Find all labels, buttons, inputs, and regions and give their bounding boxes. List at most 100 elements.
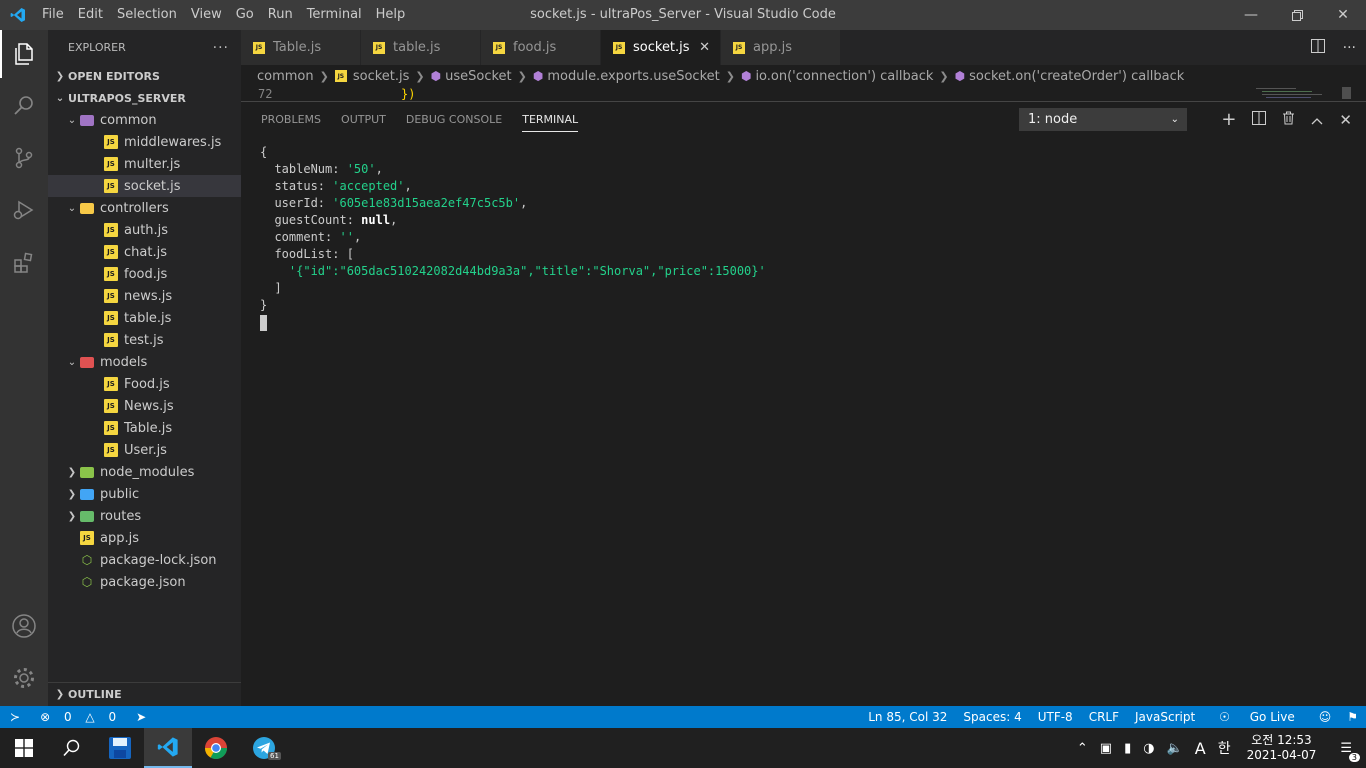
- chevron-down-icon: ⌄: [67, 202, 77, 214]
- terminal-output[interactable]: { tableNum: '50', status: 'accepted', us…: [260, 144, 766, 331]
- clock[interactable]: 오전 12:53 2021-04-07: [1237, 733, 1327, 763]
- folder-routes[interactable]: ❯ routes: [48, 505, 241, 527]
- restore-button[interactable]: [1274, 0, 1320, 30]
- folder-node-modules[interactable]: ❯ node_modules: [48, 461, 241, 483]
- search-icon[interactable]: [0, 81, 48, 129]
- tab-table-js-upper[interactable]: JS Table.js: [241, 30, 361, 65]
- project-section[interactable]: ⌄ ULTRAPOS_SERVER: [48, 87, 241, 109]
- notifications-bell-icon[interactable]: ⚑: [1339, 710, 1366, 724]
- file-package-json[interactable]: ⬡ package.json: [48, 571, 241, 593]
- input-mode-indicator[interactable]: A: [1189, 739, 1212, 758]
- tab-socket-js[interactable]: JS socket.js ✕: [601, 30, 721, 65]
- tab-problems[interactable]: PROBLEMS: [261, 102, 321, 137]
- menu-file[interactable]: File: [35, 0, 71, 30]
- extensions-icon[interactable]: [0, 239, 48, 287]
- meet-now-icon[interactable]: ▣: [1094, 741, 1118, 756]
- accounts-icon[interactable]: [0, 602, 48, 650]
- breadcrumb-item-file[interactable]: socket.js: [353, 69, 410, 84]
- telegram-icon[interactable]: 61: [240, 728, 288, 768]
- go-live-button[interactable]: ☉ Go Live: [1203, 710, 1311, 724]
- split-editor-icon[interactable]: [1310, 38, 1325, 57]
- menu-help[interactable]: Help: [369, 0, 413, 30]
- tab-food-js[interactable]: JS food.js: [481, 30, 601, 65]
- end-of-line[interactable]: CRLF: [1081, 710, 1127, 724]
- js-file-icon: JS: [104, 421, 118, 435]
- file-auth-js[interactable]: JS auth.js: [48, 219, 241, 241]
- minimize-button[interactable]: —: [1228, 0, 1274, 30]
- tab-debug-console[interactable]: DEBUG CONSOLE: [406, 102, 502, 137]
- language-mode[interactable]: JavaScript: [1127, 710, 1203, 724]
- tab-table-js[interactable]: JS table.js: [361, 30, 481, 65]
- file-food-js[interactable]: JS food.js: [48, 263, 241, 285]
- close-window-button[interactable]: ✕: [1320, 0, 1366, 30]
- file-test-js[interactable]: JS test.js: [48, 329, 241, 351]
- file-middlewares-js[interactable]: JS middlewares.js: [48, 131, 241, 153]
- remote-icon[interactable]: ≻: [0, 710, 30, 724]
- menu-terminal[interactable]: Terminal: [300, 0, 369, 30]
- wifi-icon[interactable]: ◑: [1137, 741, 1160, 756]
- file-news-js[interactable]: JS news.js: [48, 285, 241, 307]
- file-table-js[interactable]: JS Table.js: [48, 417, 241, 439]
- indentation[interactable]: Spaces: 4: [955, 710, 1029, 724]
- trash-icon[interactable]: [1282, 111, 1295, 129]
- terminal-select[interactable]: 1: node ⌄: [1019, 108, 1187, 131]
- windows-start-icon[interactable]: [0, 728, 48, 768]
- minimap[interactable]: [1256, 87, 1351, 101]
- folder-icon: [80, 510, 94, 522]
- explorer-icon[interactable]: [0, 30, 48, 78]
- file-package-lock-json[interactable]: ⬡ package-lock.json: [48, 549, 241, 571]
- chrome-icon[interactable]: [192, 728, 240, 768]
- menu-view[interactable]: View: [184, 0, 229, 30]
- problems-indicator[interactable]: ⊗ 0 △ 0: [30, 710, 126, 724]
- file-socket-js[interactable]: JS socket.js: [48, 175, 241, 197]
- file-food-js[interactable]: JS Food.js: [48, 373, 241, 395]
- more-actions-icon[interactable]: ···: [1343, 40, 1356, 56]
- open-editors-section[interactable]: ❯ OPEN EDITORS: [48, 65, 241, 87]
- source-control-icon[interactable]: [0, 134, 48, 182]
- folder-common[interactable]: ⌄ common: [48, 109, 241, 131]
- close-panel-icon[interactable]: ✕: [1339, 111, 1352, 129]
- breadcrumb-item-connection[interactable]: io.on('connection') callback: [755, 69, 933, 84]
- settings-gear-icon[interactable]: [0, 654, 48, 702]
- menu-selection[interactable]: Selection: [110, 0, 184, 30]
- file-app-js[interactable]: JS app.js: [48, 527, 241, 549]
- tab-terminal[interactable]: TERMINAL: [522, 108, 579, 132]
- file-news-js[interactable]: JS News.js: [48, 395, 241, 417]
- taskbar-search-icon[interactable]: [48, 728, 96, 768]
- chevron-right-icon: ❯: [67, 510, 77, 522]
- more-actions-icon[interactable]: ···: [213, 40, 229, 56]
- run-debug-icon[interactable]: [0, 186, 48, 234]
- vscode-taskbar-icon[interactable]: [144, 728, 192, 768]
- maximize-panel-icon[interactable]: [1311, 111, 1323, 129]
- volume-icon[interactable]: 🔈: [1161, 741, 1189, 756]
- menu-run[interactable]: Run: [261, 0, 300, 30]
- folder-controllers[interactable]: ⌄ controllers: [48, 197, 241, 219]
- breadcrumb-item-createorder[interactable]: socket.on('createOrder') callback: [969, 69, 1184, 84]
- show-hidden-icons-icon[interactable]: ⌃: [1071, 741, 1094, 756]
- breadcrumb-item-exports[interactable]: module.exports.useSocket: [547, 69, 719, 84]
- file-table-js[interactable]: JS table.js: [48, 307, 241, 329]
- feedback-icon[interactable]: ☺: [1311, 710, 1340, 724]
- breadcrumb-item-usesocket[interactable]: useSocket: [445, 69, 512, 84]
- split-terminal-icon[interactable]: [1252, 110, 1267, 129]
- new-terminal-icon[interactable]: +: [1221, 109, 1236, 130]
- folder-public[interactable]: ❯ public: [48, 483, 241, 505]
- save-app-icon[interactable]: [96, 728, 144, 768]
- cursor-position[interactable]: Ln 85, Col 32: [860, 710, 955, 724]
- action-center-icon[interactable]: ☰ 3: [1326, 741, 1366, 762]
- breadcrumb-item-common[interactable]: common: [257, 69, 314, 84]
- tab-output[interactable]: OUTPUT: [341, 102, 386, 137]
- live-share-icon[interactable]: ➤: [126, 710, 151, 724]
- folder-models[interactable]: ⌄ models: [48, 351, 241, 373]
- outline-section[interactable]: ❯ OUTLINE: [48, 682, 241, 706]
- battery-icon[interactable]: ▮: [1118, 741, 1137, 756]
- ime-indicator[interactable]: 한: [1212, 738, 1237, 758]
- close-tab-icon[interactable]: ✕: [699, 40, 710, 55]
- menu-go[interactable]: Go: [229, 0, 261, 30]
- file-multer-js[interactable]: JS multer.js: [48, 153, 241, 175]
- menu-edit[interactable]: Edit: [71, 0, 110, 30]
- tab-app-js[interactable]: JS app.js: [721, 30, 841, 65]
- file-chat-js[interactable]: JS chat.js: [48, 241, 241, 263]
- encoding[interactable]: UTF-8: [1030, 710, 1081, 724]
- file-user-js[interactable]: JS User.js: [48, 439, 241, 461]
